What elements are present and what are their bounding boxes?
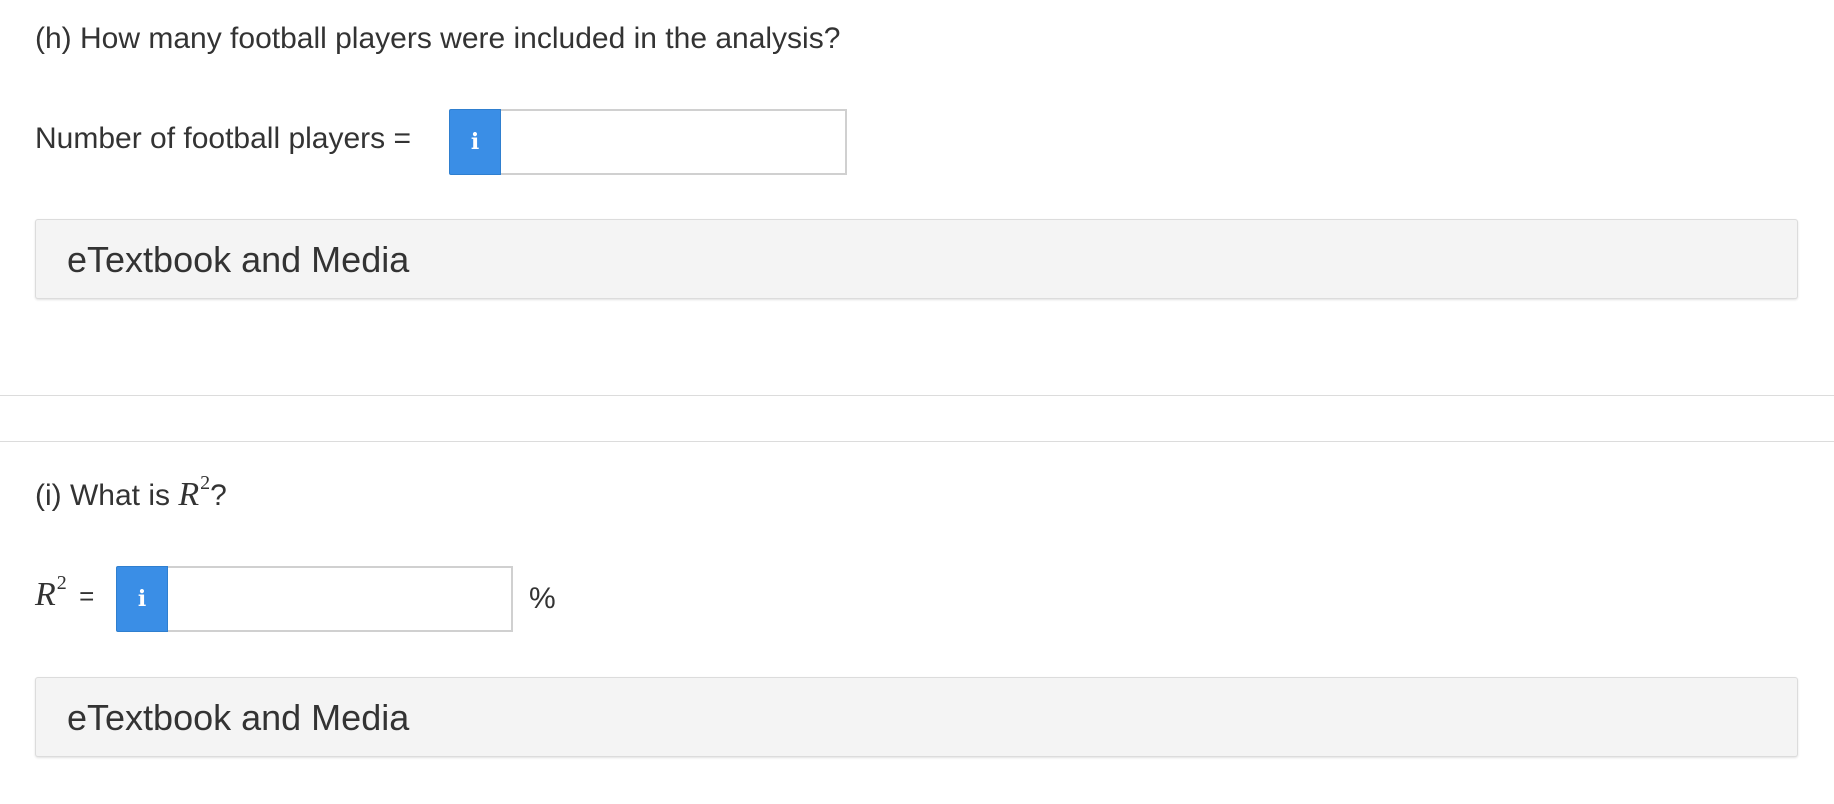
answer-i-sup: 2 — [56, 572, 67, 594]
info-icon: i — [137, 586, 147, 612]
etextbook-media-label-i: eTextbook and Media — [67, 697, 410, 738]
info-icon: i — [470, 129, 480, 155]
etextbook-media-panel-i[interactable]: eTextbook and Media — [35, 677, 1798, 757]
answer-h-input[interactable] — [501, 109, 847, 175]
answer-i-unit: % — [529, 582, 556, 615]
etextbook-media-panel-h[interactable]: eTextbook and Media — [35, 219, 1798, 299]
question-i-section: (i) What is R2? R2 = i % eTextbook and M… — [0, 442, 1834, 804]
section-divider-top — [0, 395, 1834, 396]
question-i-var: R — [178, 476, 200, 513]
answer-h-info-button[interactable]: i — [449, 109, 501, 175]
question-i-prefix: (i) What is — [35, 479, 179, 512]
answer-i-input[interactable] — [168, 566, 513, 632]
answer-i-var: R — [35, 576, 56, 613]
answer-i-info-button[interactable]: i — [116, 566, 168, 632]
question-i-suffix: ? — [210, 479, 227, 512]
answer-h-label: Number of football players = — [35, 122, 412, 155]
question-i-sup: 2 — [200, 472, 211, 494]
question-h-section: (h) How many football players were inclu… — [0, 0, 1834, 395]
etextbook-media-label-h: eTextbook and Media — [67, 239, 410, 280]
question-h-text: (h) How many football players were inclu… — [35, 22, 841, 55]
answer-i-equals: = — [79, 581, 95, 611]
answer-i-label: R2 = — [35, 573, 95, 613]
question-i-text: (i) What is R2? — [35, 473, 227, 513]
